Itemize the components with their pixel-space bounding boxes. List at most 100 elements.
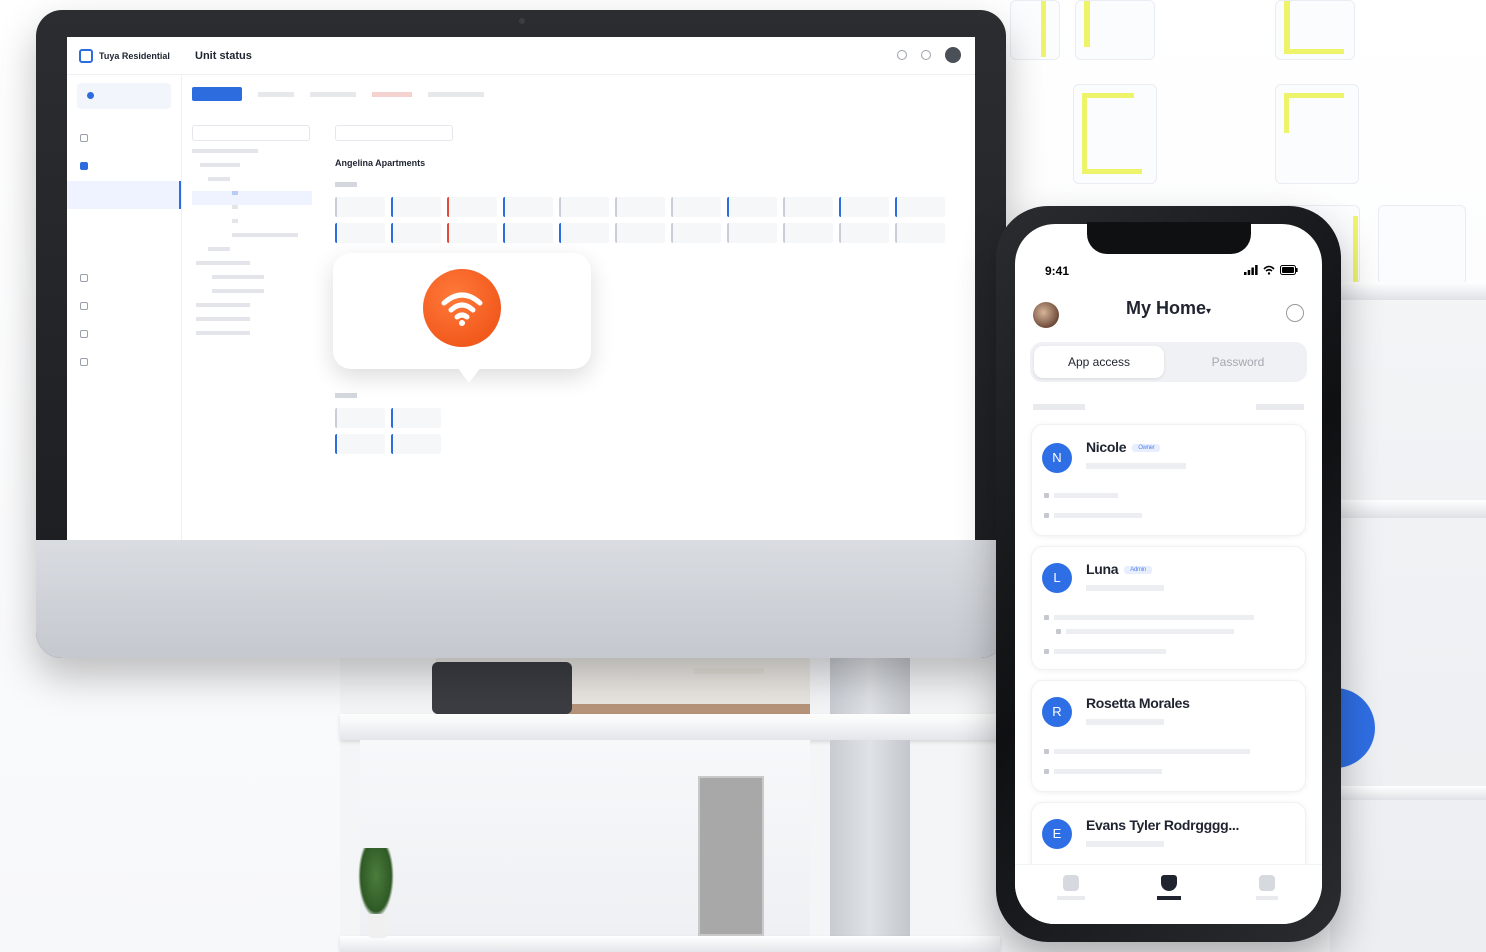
- unit-card[interactable]: [391, 434, 441, 454]
- user-name-text: Nicole: [1086, 439, 1127, 455]
- unit-grid: [335, 197, 965, 243]
- tab-more[interactable]: [1237, 875, 1297, 902]
- dining-table: [694, 668, 764, 674]
- primary-tab-button[interactable]: [192, 87, 242, 101]
- unit-card[interactable]: [559, 197, 609, 217]
- unit-card[interactable]: [671, 197, 721, 217]
- tree-node[interactable]: [192, 317, 312, 331]
- user-card[interactable]: R Rosetta Morales: [1031, 680, 1306, 792]
- unit-card[interactable]: [335, 408, 385, 428]
- unit-card[interactable]: [391, 197, 441, 217]
- toolbar-filter[interactable]: [372, 91, 412, 97]
- sidebar-item-construction[interactable]: [67, 349, 181, 377]
- sidebar-item-authorization-record[interactable]: [67, 209, 181, 237]
- wifi-callout: [333, 253, 591, 383]
- tree-node[interactable]: [192, 149, 312, 163]
- chevron-down-icon[interactable]: ▾: [1206, 306, 1211, 317]
- tool-icon: [80, 358, 88, 366]
- add-circle-icon[interactable]: [1286, 304, 1304, 322]
- unit-card[interactable]: [391, 408, 441, 428]
- user-avatar[interactable]: [945, 47, 961, 63]
- unit-card[interactable]: [559, 223, 609, 243]
- unit-card[interactable]: [671, 223, 721, 243]
- device-line: [1044, 647, 1166, 656]
- tab-password[interactable]: Password: [1173, 346, 1303, 378]
- monitor-chin: [36, 540, 1006, 658]
- tree-node[interactable]: [192, 261, 312, 275]
- unit-card[interactable]: [335, 197, 385, 217]
- tab-devices[interactable]: [1041, 875, 1101, 902]
- device-line: [1044, 511, 1142, 520]
- header-actions: [897, 47, 961, 63]
- tree-node[interactable]: [192, 177, 312, 191]
- user-name: Rosetta Morales: [1086, 695, 1190, 711]
- toolbar-filter[interactable]: [258, 91, 294, 97]
- unit-card[interactable]: [335, 223, 385, 243]
- project-selector[interactable]: [77, 83, 171, 109]
- user-card[interactable]: N Nicole Owner: [1031, 424, 1306, 536]
- unit-card[interactable]: [391, 223, 441, 243]
- unit-card[interactable]: [839, 223, 889, 243]
- unit-card[interactable]: [615, 197, 665, 217]
- sidebar: [67, 75, 182, 540]
- notification-icon[interactable]: [921, 50, 931, 60]
- wifi-icon: [423, 269, 501, 347]
- tab-access[interactable]: [1139, 875, 1199, 902]
- tab-app-access[interactable]: App access: [1034, 346, 1164, 378]
- sidebar-item-unit-status[interactable]: [67, 181, 181, 209]
- home-title[interactable]: My Home: [1126, 298, 1206, 318]
- tree-node[interactable]: [192, 205, 312, 219]
- unit-card[interactable]: [727, 223, 777, 243]
- elevator-shaft: [830, 740, 910, 940]
- tree-node[interactable]: [192, 233, 312, 247]
- sidebar-item-device[interactable]: [67, 321, 181, 349]
- sidebar-item-houses[interactable]: [67, 265, 181, 293]
- building-slab: [1330, 500, 1486, 518]
- tree-node[interactable]: [192, 303, 312, 317]
- dashboard-icon: [80, 134, 88, 142]
- signal-icon: [1244, 265, 1258, 275]
- page-title: Unit status: [195, 49, 252, 62]
- user-avatar: R: [1042, 697, 1072, 727]
- unit-card[interactable]: [503, 197, 553, 217]
- sidebar-item-access[interactable]: [67, 293, 181, 321]
- tree-selector[interactable]: [192, 125, 310, 141]
- validity-line: [1044, 747, 1250, 756]
- unit-card[interactable]: [895, 197, 945, 217]
- unit-card[interactable]: [727, 197, 777, 217]
- unit-card[interactable]: [335, 434, 385, 454]
- unit-card[interactable]: [615, 223, 665, 243]
- sidebar-item-dashboard[interactable]: [67, 125, 181, 153]
- tree-node[interactable]: [192, 219, 312, 233]
- building-slab: [1330, 786, 1486, 800]
- background-tile: [1275, 84, 1359, 184]
- sidebar-item-tenant-management[interactable]: [67, 237, 181, 265]
- unit-card[interactable]: [895, 223, 945, 243]
- unit-card[interactable]: [783, 197, 833, 217]
- unit-card[interactable]: [447, 223, 497, 243]
- tree-node[interactable]: [192, 163, 312, 177]
- section-row: [1033, 401, 1304, 410]
- house-icon: [1063, 875, 1079, 891]
- user-avatar: L: [1042, 563, 1072, 593]
- user-icon: [80, 162, 88, 170]
- expired-link[interactable]: [1256, 404, 1304, 410]
- tree-node-selected[interactable]: [192, 191, 312, 205]
- user-card[interactable]: L Luna Admin: [1031, 546, 1306, 670]
- unit-card[interactable]: [839, 197, 889, 217]
- toolbar-filter[interactable]: [428, 91, 484, 97]
- tree-node[interactable]: [192, 331, 312, 345]
- tree-node[interactable]: [192, 275, 312, 289]
- unit-card[interactable]: [783, 223, 833, 243]
- unit-card[interactable]: [503, 223, 553, 243]
- key-icon: [80, 302, 88, 310]
- marketing-composition: Tuya Residential Unit status Angelina Ap…: [0, 0, 1486, 952]
- tree-node[interactable]: [192, 289, 312, 303]
- tree-node[interactable]: [192, 247, 312, 261]
- toolbar-filter[interactable]: [310, 91, 356, 97]
- search-input[interactable]: [335, 125, 453, 141]
- building-title: Angelina Apartments: [335, 158, 426, 168]
- sidebar-item-check-in[interactable]: [67, 153, 181, 181]
- settings-icon[interactable]: [897, 50, 907, 60]
- unit-card[interactable]: [447, 197, 497, 217]
